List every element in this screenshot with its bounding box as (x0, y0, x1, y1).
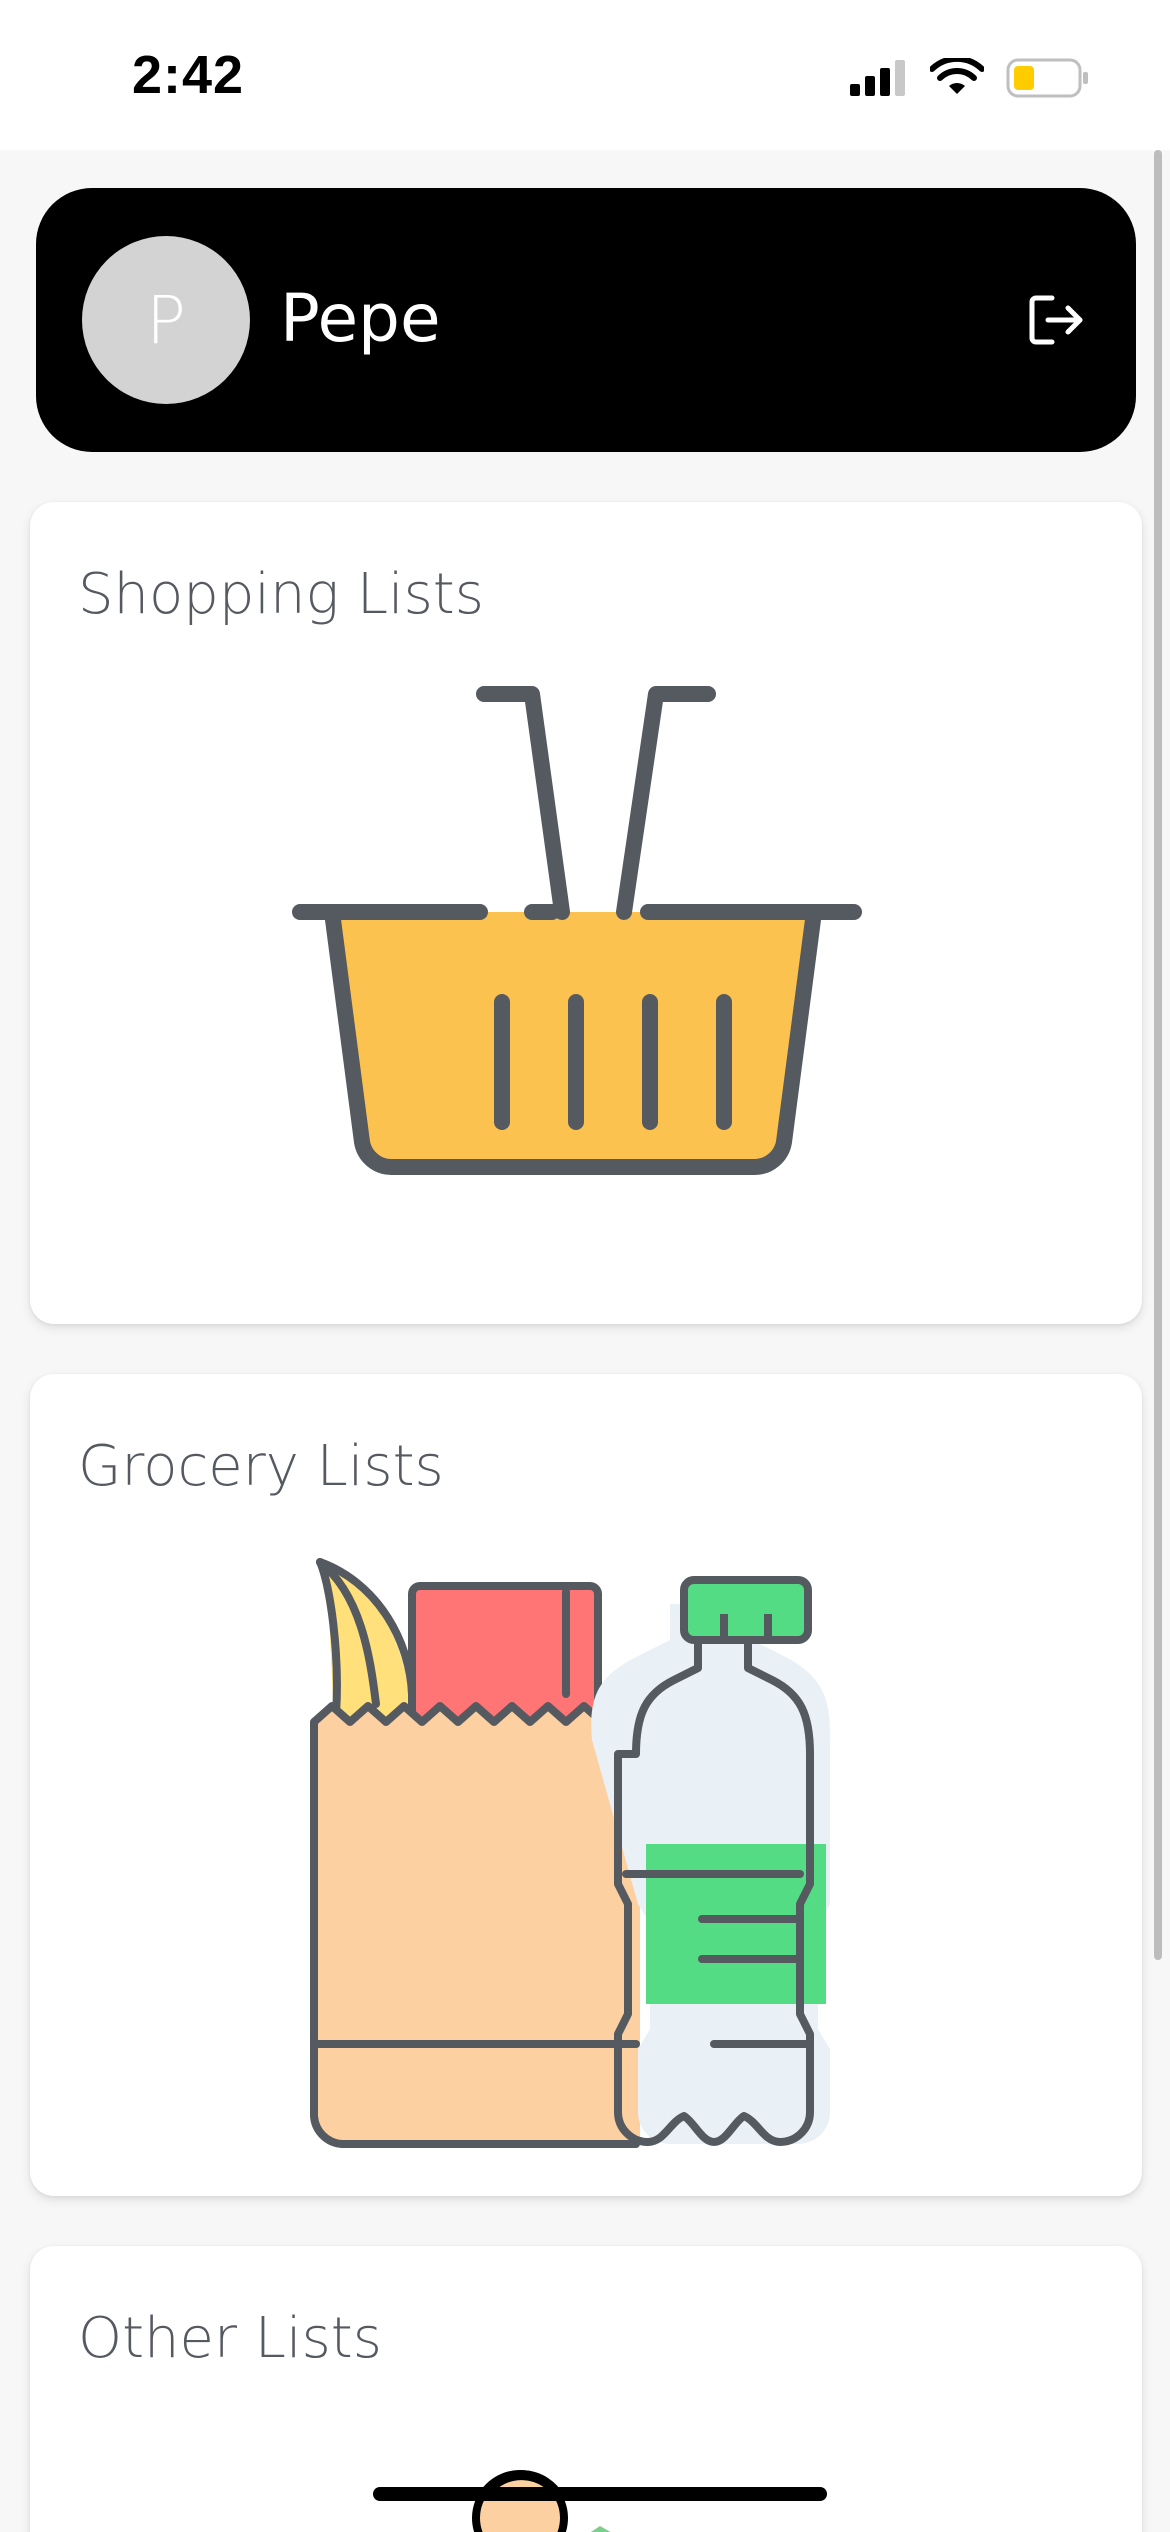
status-icons (848, 56, 1090, 100)
status-time: 2:42 (132, 45, 245, 105)
shopping-basket-icon (292, 686, 862, 1175)
other-lists-card[interactable]: Other Lists (30, 2246, 1142, 2532)
card-title-grocery-lists: Grocery Lists (78, 1434, 444, 1499)
status-bar: 2:42 (0, 0, 1170, 150)
profile-header: P Pepe (36, 188, 1136, 452)
grocery-lists-card[interactable]: Grocery Lists (30, 1374, 1142, 2196)
main-content: P Pepe Shopping Lists Grocery Lists Othe… (0, 150, 1170, 2532)
battery-icon (1006, 58, 1088, 98)
grocery-bag-icon (310, 1558, 831, 2148)
logout-icon[interactable] (1026, 292, 1086, 348)
card-title-shopping-lists: Shopping Lists (78, 562, 484, 627)
app-screen: 2:42 P Pepe Shopping Lists Grocery Lists… (0, 0, 1170, 2532)
cellular-signal-icon (850, 60, 905, 96)
scrollbar[interactable] (1154, 150, 1162, 1960)
avatar-initial: P (146, 281, 186, 359)
wifi-icon (930, 58, 984, 94)
avatar[interactable]: P (82, 236, 250, 404)
card-title-other-lists: Other Lists (78, 2306, 382, 2371)
shopping-lists-card[interactable]: Shopping Lists (30, 502, 1142, 1324)
username: Pepe (280, 280, 441, 357)
other-lists-icon (373, 2470, 827, 2532)
